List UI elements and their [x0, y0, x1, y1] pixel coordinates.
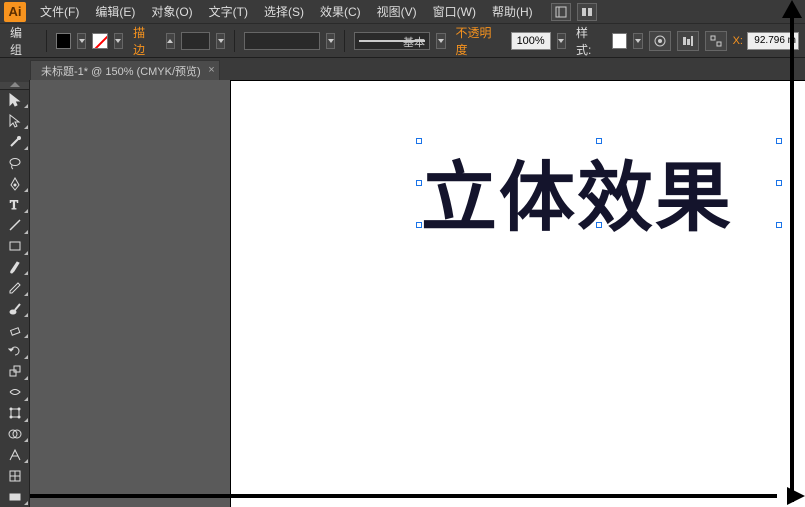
stroke-weight-stepper-up[interactable] [166, 33, 176, 49]
opacity-dropdown[interactable] [557, 33, 567, 49]
stroke-profile-box[interactable] [244, 32, 320, 50]
divider [234, 30, 235, 52]
style-label: 样式: [572, 24, 606, 58]
menu-view[interactable]: 视图(V) [369, 0, 425, 24]
close-icon[interactable]: × [208, 64, 214, 76]
stroke-dropdown[interactable] [114, 33, 124, 49]
overlay-arrow-up-icon [782, 0, 802, 18]
opacity-value[interactable]: 100% [511, 32, 551, 50]
menu-bar: Ai 文件(F) 编辑(E) 对象(O) 文字(T) 选择(S) 效果(C) 视… [0, 0, 805, 24]
main-area: T 立体效果 [0, 80, 805, 507]
fill-swatch[interactable] [56, 33, 71, 49]
svg-text:T: T [10, 197, 18, 211]
tool-panel: T [0, 80, 30, 507]
shape-builder-tool[interactable] [1, 425, 29, 444]
stroke-weight-dropdown[interactable] [216, 33, 226, 49]
menu-object[interactable]: 对象(O) [143, 0, 200, 24]
rotate-tool[interactable] [1, 341, 29, 360]
stroke-weight-field[interactable] [181, 32, 210, 50]
rectangle-tool[interactable] [1, 237, 29, 256]
overlay-arrow-right-icon [787, 487, 805, 505]
right-control-icons: X: 92.796 m [649, 31, 799, 51]
panel-collapse-grip[interactable] [0, 82, 29, 90]
pencil-tool[interactable] [1, 278, 29, 297]
overlay-arrow-right-line [30, 494, 777, 498]
control-bar: 编组 描边 基本 不透明度 100% 样式: [0, 24, 805, 58]
menu-type[interactable]: 文字(T) [201, 0, 256, 24]
artboard[interactable]: 立体效果 [230, 80, 805, 507]
document-tab-title: 未标题-1* @ 150% (CMYK/预览) [41, 66, 201, 78]
selection-handle[interactable] [776, 138, 782, 144]
brush-basic-label: 基本 [403, 34, 425, 50]
divider [344, 30, 345, 52]
mesh-tool[interactable] [1, 466, 29, 485]
menu-edit[interactable]: 编辑(E) [87, 0, 143, 24]
type-tool[interactable]: T [1, 195, 29, 214]
width-tool[interactable] [1, 383, 29, 402]
perspective-grid-tool[interactable] [1, 445, 29, 464]
stroke-label[interactable]: 描边 [129, 24, 160, 58]
brush-def-box[interactable]: 基本 [354, 32, 430, 50]
scale-tool[interactable] [1, 362, 29, 381]
direct-selection-tool[interactable] [1, 111, 29, 130]
line-tool[interactable] [1, 216, 29, 235]
menu-help[interactable]: 帮助(H) [484, 0, 541, 24]
menu-items: 文件(F) 编辑(E) 对象(O) 文字(T) 选择(S) 效果(C) 视图(V… [32, 0, 541, 24]
align-icon[interactable] [677, 31, 699, 51]
menu-effect[interactable]: 效果(C) [312, 0, 369, 24]
artwork-text[interactable]: 立体效果 [421, 136, 733, 246]
transform-icon[interactable] [705, 31, 727, 51]
magic-wand-tool[interactable] [1, 132, 29, 151]
brush-def-dropdown[interactable] [436, 33, 446, 49]
stroke-swatch[interactable] [92, 33, 107, 49]
eraser-tool[interactable] [1, 320, 29, 339]
blob-brush-tool[interactable] [1, 299, 29, 318]
pen-tool[interactable] [1, 174, 29, 193]
menu-file[interactable]: 文件(F) [32, 0, 87, 24]
layout-icon[interactable] [551, 3, 571, 21]
selection-handle[interactable] [776, 180, 782, 186]
lasso-tool[interactable] [1, 153, 29, 172]
selection-handle[interactable] [776, 222, 782, 228]
selection-tool[interactable] [1, 91, 29, 110]
canvas-area[interactable]: 立体效果 [30, 80, 805, 507]
document-tab[interactable]: 未标题-1* @ 150% (CMYK/预览) × [30, 60, 220, 80]
stroke-profile-dropdown[interactable] [326, 33, 336, 49]
style-swatch[interactable] [612, 33, 627, 49]
menu-select[interactable]: 选择(S) [256, 0, 312, 24]
x-label: X: [733, 35, 743, 47]
opacity-label[interactable]: 不透明度 [452, 24, 505, 58]
fill-dropdown[interactable] [77, 33, 87, 49]
menu-right-icons [551, 3, 597, 21]
menu-window[interactable]: 窗口(W) [425, 0, 484, 24]
app-logo: Ai [4, 2, 26, 22]
gradient-tool[interactable] [1, 487, 29, 506]
arrange-icon[interactable] [577, 3, 597, 21]
divider [46, 30, 47, 52]
recolor-icon[interactable] [649, 31, 671, 51]
selection-mode-label: 编组 [6, 24, 37, 58]
style-dropdown[interactable] [633, 33, 643, 49]
paintbrush-tool[interactable] [1, 258, 29, 277]
free-transform-tool[interactable] [1, 404, 29, 423]
document-tabs: 未标题-1* @ 150% (CMYK/预览) × [0, 58, 805, 80]
